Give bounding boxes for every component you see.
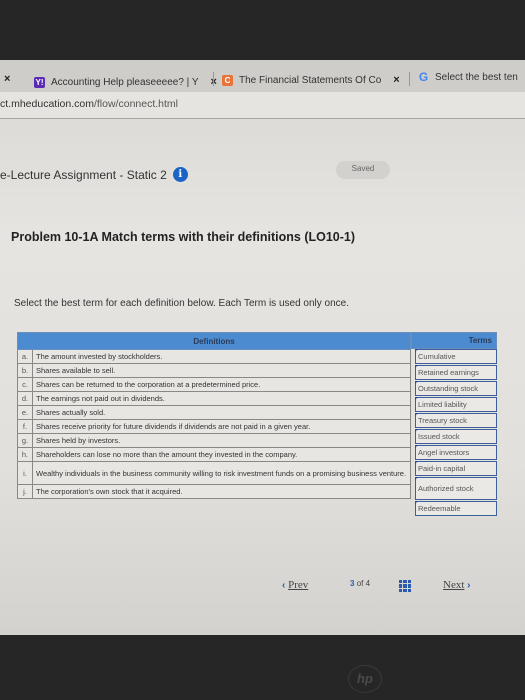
tab-accounting-help[interactable]: Y! Accounting Help pleaseeeee? | Y ×: [34, 71, 217, 93]
tab-label: Accounting Help pleaseeeee? | Y: [51, 76, 199, 88]
term-drag-item[interactable]: Outstanding stock: [415, 381, 497, 396]
current-page: 3: [350, 579, 355, 588]
definitions-header: Definitions: [17, 332, 411, 350]
tab-label: Select the best ten: [435, 71, 518, 83]
definition-row: g. Shares held by investors.: [17, 433, 411, 448]
tab-label: The Financial Statements Of Co: [239, 74, 382, 86]
saved-status-badge: Saved: [336, 161, 390, 179]
chegg-icon: C: [222, 74, 233, 86]
definition-letter: j.: [17, 484, 33, 499]
problem-instructions: Select the best term for each definition…: [14, 298, 349, 309]
term-drag-item[interactable]: Limited liability: [415, 397, 497, 412]
laptop-screen: × Y! Accounting Help pleaseeeee? | Y × C…: [0, 60, 525, 635]
terms-column: Terms Cumulative Retained earnings Outstan…: [411, 332, 497, 517]
grid-view-icon[interactable]: [399, 580, 411, 592]
close-icon[interactable]: ×: [4, 73, 10, 85]
definition-text: Shares actually sold.: [32, 405, 411, 420]
definition-row: h. Shareholders can lose no more than the…: [17, 447, 411, 462]
yahoo-icon: Y!: [34, 76, 45, 88]
definition-letter: h.: [17, 447, 33, 462]
definition-text: Shares held by investors.: [32, 433, 411, 448]
definition-row: c. Shares can be returned to the corporat…: [17, 377, 411, 392]
prev-label: Prev: [288, 579, 309, 591]
definition-text: Shares can be returned to the corporatio…: [32, 377, 411, 392]
definition-letter: b.: [17, 363, 33, 378]
assignment-title-text: e-Lecture Assignment - Static 2: [0, 167, 167, 182]
definition-row: j. The corporation's own stock that it ac…: [17, 484, 411, 499]
term-drag-item[interactable]: Angel investors: [415, 445, 497, 460]
definitions-table: Definitions a. The amount invested by sto…: [17, 332, 411, 499]
definition-text: Shareholders can lose no more than the a…: [32, 447, 411, 462]
term-drag-item[interactable]: Issued stock: [415, 429, 497, 444]
chevron-left-icon: ‹: [282, 580, 286, 591]
definition-letter: a.: [17, 349, 33, 364]
definition-letter: i.: [17, 461, 33, 485]
definition-text: Shares available to sell.: [32, 363, 411, 378]
of-label: of: [356, 579, 364, 588]
definition-letter: d.: [17, 391, 33, 406]
definition-letter: e.: [17, 405, 33, 420]
definition-letter: f.: [17, 419, 33, 434]
tab-select-best-term[interactable]: G Select the best ten: [418, 66, 518, 88]
definition-letter: c.: [17, 377, 33, 392]
term-drag-item[interactable]: Treasury stock: [415, 413, 497, 428]
browser-tab-bar: × Y! Accounting Help pleaseeeee? | Y × C…: [0, 60, 525, 92]
total-pages: 4: [365, 579, 371, 588]
google-icon: G: [418, 69, 429, 84]
chevron-right-icon: ›: [467, 580, 471, 591]
tab-separator: [409, 72, 410, 86]
problem-title: Problem 10-1A Match terms with their def…: [11, 230, 356, 244]
page-counter: 3 of 4: [350, 579, 370, 588]
next-label: Next: [443, 579, 465, 591]
tab-financial-statements[interactable]: C The Financial Statements Of Co ×: [222, 69, 400, 91]
term-drag-item[interactable]: Cumulative: [415, 349, 497, 364]
info-icon[interactable]: i: [172, 167, 188, 182]
tab-partial[interactable]: ×: [4, 68, 10, 90]
close-icon[interactable]: ×: [393, 74, 399, 86]
assignment-title: e-Lecture Assignment - Static 2 i: [0, 167, 188, 182]
tab-separator: [213, 72, 214, 86]
definition-text: The earnings not paid out in dividends.: [32, 391, 411, 406]
definition-row: b. Shares available to sell.: [17, 363, 411, 378]
url-text[interactable]: ct.mheducation.com/flow/connect.html: [0, 98, 178, 110]
definition-text: Shares receive priority for future divid…: [32, 419, 411, 434]
terms-header: Terms: [411, 332, 497, 349]
term-drag-item[interactable]: Authorized stock: [415, 477, 497, 500]
definition-letter: g.: [17, 433, 33, 448]
term-drag-item[interactable]: Redeemable: [415, 501, 497, 516]
definition-row: i. Wealthy individuals in the business co…: [17, 461, 411, 485]
term-drag-item[interactable]: Paid-in capital: [415, 461, 497, 476]
hp-logo: hp: [348, 665, 382, 693]
prev-button[interactable]: ‹ Prev: [282, 579, 308, 591]
definition-row: a. The amount invested by stockholders.: [17, 349, 411, 364]
definition-text: The amount invested by stockholders.: [32, 349, 411, 364]
definition-text: The corporation's own stock that it acqu…: [32, 484, 411, 499]
definition-row: f. Shares receive priority for future div…: [17, 419, 411, 434]
definition-row: e. Shares actually sold.: [17, 405, 411, 420]
definition-row: d. The earnings not paid out in dividends…: [17, 391, 411, 406]
term-drag-item[interactable]: Retained earnings: [415, 365, 497, 380]
next-button[interactable]: Next ›: [443, 579, 471, 591]
address-bar[interactable]: ct.mheducation.com/flow/connect.html: [0, 92, 525, 119]
url-path: /flow/connect.html: [93, 98, 179, 110]
definition-text: Wealthy individuals in the business comm…: [32, 461, 411, 485]
url-host: ct.mheducation.com: [0, 98, 94, 110]
